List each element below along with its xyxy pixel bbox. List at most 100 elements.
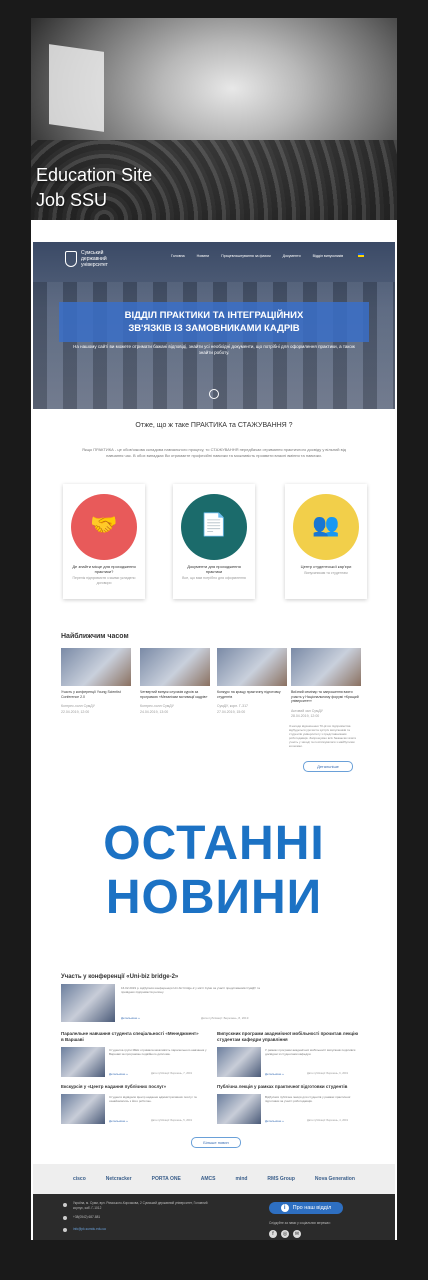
event-date: 27.04.2019, 15:00	[217, 709, 246, 714]
event-item[interactable]: Конкурс на кращу практичну підготовку ст…	[217, 648, 287, 728]
event-image	[291, 648, 361, 686]
news-image[interactable]	[61, 1094, 105, 1124]
card-practice-places[interactable]: 🤝 Де знайти місце для проходження практи…	[63, 484, 145, 599]
event-image	[140, 648, 210, 686]
event-image	[217, 648, 287, 686]
email-icon[interactable]: ✉	[293, 1230, 301, 1238]
location-icon	[63, 1203, 67, 1207]
info-icon: i	[280, 1203, 289, 1212]
card-subtitle: Все, що вам потрібно для оформлення	[182, 576, 246, 580]
news-title[interactable]: Екскурсія у «Центр надання публічних пос…	[61, 1084, 201, 1090]
university-logo[interactable]: Сумський державний університет	[65, 250, 108, 268]
news-featured-title[interactable]: Участь у конференції «Uni-biz bridge-2»	[61, 974, 178, 980]
news-title[interactable]: Публічна лекція у рамках практичної підг…	[217, 1084, 367, 1090]
event-location: Актовий зал СумДУ	[291, 708, 324, 713]
logo-line3: університет	[81, 262, 108, 268]
partner-logo-rms[interactable]: RMS Group	[267, 1176, 295, 1182]
card-subtitle: Випускникам та студентам	[304, 571, 348, 575]
news-more-link[interactable]: Детальніше »	[109, 1119, 128, 1123]
news-date: Дата публікації: Березень, 4, 2019	[307, 1119, 348, 1122]
language-flag-icon[interactable]	[358, 253, 364, 257]
hero-title: Education Site Job SSU	[36, 163, 152, 213]
nav-item-documents[interactable]: Документи	[283, 254, 301, 258]
partner-logo-netcracker[interactable]: Netcracker	[106, 1176, 132, 1182]
news-text: Студентка групи МЕН отримала можливість …	[109, 1048, 207, 1056]
social-caption: Слідкуйте за нами у соціальних мережах:	[269, 1221, 331, 1225]
latest-news-line2: НОВИНИ	[105, 871, 323, 924]
event-title: Участь у конференції Young Scientist Con…	[61, 690, 121, 699]
partner-logo-portaone[interactable]: PORTA ONE	[152, 1176, 181, 1182]
about-button-label: Про наш відділ	[292, 1205, 332, 1211]
event-location: Конгрес-холл СумДУ	[61, 704, 95, 708]
nav-item-news[interactable]: Новини	[197, 254, 210, 258]
upcoming-heading: Найближчим часом	[61, 633, 129, 640]
card-subtitle: Перелік підприємств з якими укладено дог…	[72, 576, 136, 585]
news-title[interactable]: Паралельне навчання студента спеціальнос…	[61, 1031, 201, 1042]
news-date: Дата публікації: Березень, 8, 2019	[201, 1016, 249, 1020]
news-image[interactable]	[217, 1094, 261, 1124]
news-image[interactable]	[61, 1047, 105, 1077]
career-network-icon: 👥	[293, 494, 359, 560]
banner-heading-line1: ВІДДІЛ ПРАКТИКИ ТА ІНТЕГРАЦІЙНИХ	[124, 310, 304, 321]
footer-address: Україна, м. Суми, вул. Римського-Корсако…	[73, 1201, 208, 1210]
event-title: Виїзний семінар та запрошення взяти учас…	[291, 690, 359, 703]
partners-strip: cisco Netcracker PORTA ONE AMCS mind RMS…	[33, 1164, 395, 1194]
news-more-link[interactable]: Детальніше »	[121, 1016, 140, 1020]
event-date: 22.04.2019, 12:00	[61, 709, 90, 714]
news-text: Відбулася публічна лекція для студентів …	[265, 1095, 351, 1103]
card-title: Документи для проходження практики	[187, 564, 241, 574]
news-text: Студенти відвідали Центр надання адмініс…	[109, 1095, 197, 1103]
instagram-icon[interactable]: ◎	[281, 1230, 289, 1238]
event-location: СумДУ, корп. Г-317	[217, 704, 248, 708]
news-text: У рамках програми академічної мобільност…	[265, 1048, 356, 1056]
events-more-button[interactable]: Детальніше	[303, 761, 353, 772]
mail-icon	[63, 1228, 67, 1232]
scroll-down-icon[interactable]	[209, 389, 219, 399]
event-description: З нагоди відзначення 70-річчя підприємст…	[289, 724, 357, 748]
news-image[interactable]	[61, 984, 115, 1022]
about-department-button[interactable]: i Про наш відділ	[269, 1202, 343, 1214]
hero-title-line1: Education Site	[36, 165, 153, 185]
footer-phone[interactable]: +38(0542) 687-881	[73, 1215, 100, 1220]
site-banner: Сумський державний університет Головна Н…	[33, 242, 395, 409]
banner-heading: ВІДДІЛ ПРАКТИКИ ТА ІНТЕГРАЦІЙНИХ ЗВ'ЯЗКІ…	[59, 302, 369, 342]
screenshot-frame: Education Site Job SSU Сумський державни…	[31, 18, 397, 1240]
handshake-icon: 🤝	[71, 494, 137, 560]
news-title[interactable]: Випускник програми академічної мобільнос…	[217, 1031, 367, 1042]
facebook-icon[interactable]: f	[269, 1230, 277, 1238]
phone-icon	[63, 1216, 67, 1220]
site-footer: Україна, м. Суми, вул. Римського-Корсако…	[33, 1194, 395, 1240]
section-question: Отже, що ж таке ПРАКТИКА та СТАЖУВАННЯ ?	[135, 422, 293, 429]
nav-item-home[interactable]: Головна	[171, 254, 185, 258]
event-item[interactable]: Четвертий випуск слухачів курсів за прог…	[140, 648, 210, 728]
event-item[interactable]: Виїзний семінар та запрошення взяти учас…	[291, 648, 361, 728]
news-more-link[interactable]: Детальніше »	[265, 1072, 284, 1076]
news-more-link[interactable]: Детальніше »	[109, 1072, 128, 1076]
footer-email[interactable]: info@pk.sumdu.edu.ua	[73, 1227, 106, 1232]
partner-logo-cisco[interactable]: cisco	[73, 1176, 86, 1182]
banner-heading-line2: ЗВ'ЯЗКІВ ІЗ ЗАМОВНИКАМИ КАДРІВ	[128, 323, 300, 334]
event-title: Четвертий випуск слухачів курсів за прог…	[140, 690, 208, 699]
partner-logo-amcs[interactable]: AMCS	[201, 1176, 216, 1182]
nav-item-employment[interactable]: Працевлаштування за фахом	[221, 254, 271, 258]
hero-title-line2: Job SSU	[36, 190, 108, 210]
projection-screen	[49, 44, 104, 132]
event-title: Конкурс на кращу практичну підготовку ст…	[217, 690, 281, 699]
card-documents[interactable]: 📄 Документи для проходження практики Все…	[173, 484, 255, 599]
news-date: Дата публікації: Березень, 7, 2019	[151, 1072, 192, 1075]
partner-logo-mind[interactable]: mind	[235, 1176, 247, 1182]
event-item[interactable]: Участь у конференції Young Scientist Con…	[61, 648, 131, 728]
nav-item-graduates[interactable]: Відділ випускників	[313, 254, 344, 258]
site-preview: Сумський державний університет Головна Н…	[33, 242, 395, 1240]
logo-text: Сумський державний університет	[81, 250, 108, 268]
news-text: 16.02.2019 р. відбулася конференція Uni-…	[121, 986, 260, 994]
news-more-link[interactable]: Детальніше »	[265, 1119, 284, 1123]
partner-logo-novageneration[interactable]: Nova Generation	[315, 1176, 355, 1182]
top-nav: Головна Новини Працевлаштування за фахом…	[171, 254, 343, 258]
news-date: Дата публікації: Березень, 6, 2019	[307, 1072, 348, 1075]
more-news-button[interactable]: Більше новин	[191, 1137, 241, 1148]
card-career-center[interactable]: 👥 Центр студентської кар'єри Випускникам…	[285, 484, 367, 599]
news-image[interactable]	[217, 1047, 261, 1077]
documents-icon: 📄	[181, 494, 247, 560]
latest-news-line1: ОСТАННІ	[103, 817, 325, 870]
